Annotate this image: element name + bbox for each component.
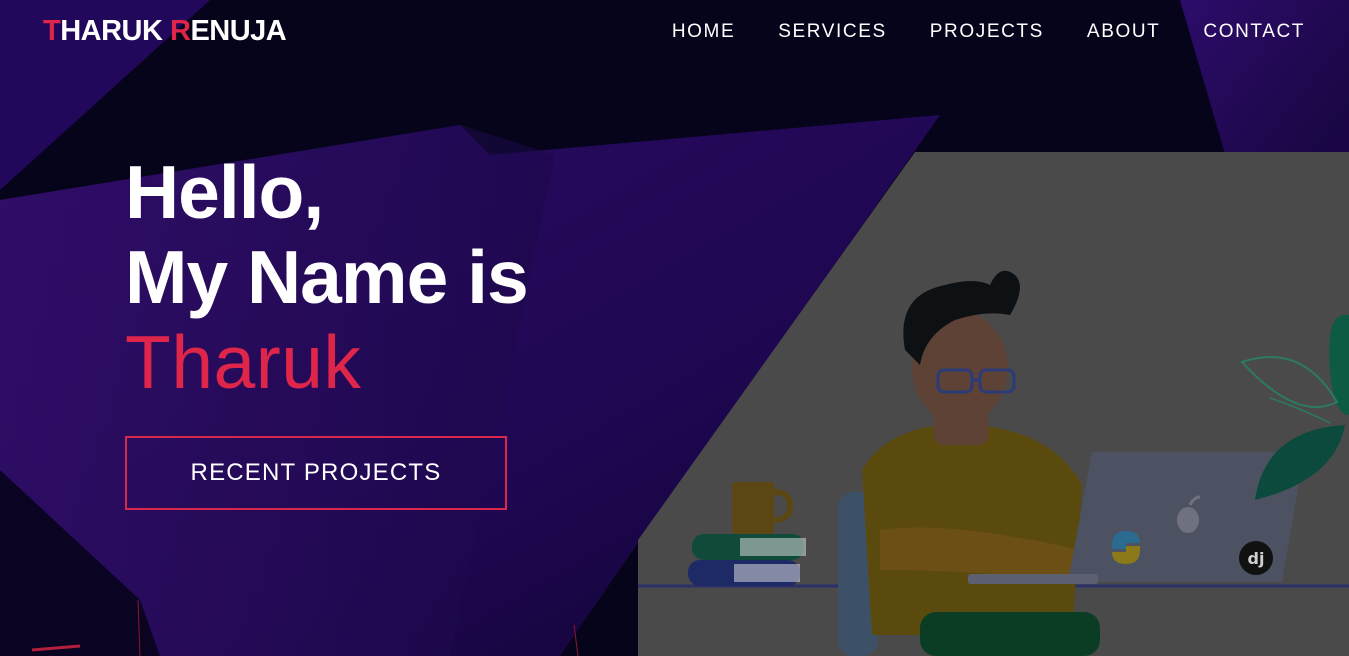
hero-name: Tharuk bbox=[125, 320, 362, 404]
python-logo-icon bbox=[1112, 531, 1140, 564]
hero-section: Hello, My Name is Tharuk bbox=[125, 150, 529, 405]
recent-projects-button[interactable]: RECENT PROJECTS bbox=[125, 436, 507, 510]
books-icon bbox=[688, 534, 806, 586]
logo-last-rest: ENUJA bbox=[190, 14, 287, 47]
hero-intro: My Name is bbox=[125, 235, 529, 319]
hero-greeting: Hello, bbox=[125, 150, 324, 234]
logo-initial-last: R bbox=[170, 14, 191, 47]
nav-item-about[interactable]: ABOUT bbox=[1087, 22, 1160, 41]
nav-menu: HOME SERVICES PROJECTS ABOUT CONTACT bbox=[629, 22, 1305, 41]
logo-initial-first: T bbox=[43, 14, 61, 47]
nav-item-contact[interactable]: CONTACT bbox=[1203, 22, 1305, 41]
svg-text:dj: dj bbox=[1248, 549, 1265, 568]
logo-first-rest: HARUK bbox=[60, 14, 170, 47]
recent-projects-label: RECENT PROJECTS bbox=[190, 459, 442, 486]
site-logo[interactable]: THARUK RENUJA bbox=[43, 14, 287, 47]
nav-item-services[interactable]: SERVICES bbox=[778, 22, 887, 41]
nav-item-projects[interactable]: PROJECTS bbox=[930, 22, 1044, 41]
nav-item-home[interactable]: HOME bbox=[672, 22, 735, 41]
django-logo-icon: dj bbox=[1239, 541, 1273, 575]
navbar: THARUK RENUJA HOME SERVICES PROJECTS ABO… bbox=[0, 0, 1349, 62]
